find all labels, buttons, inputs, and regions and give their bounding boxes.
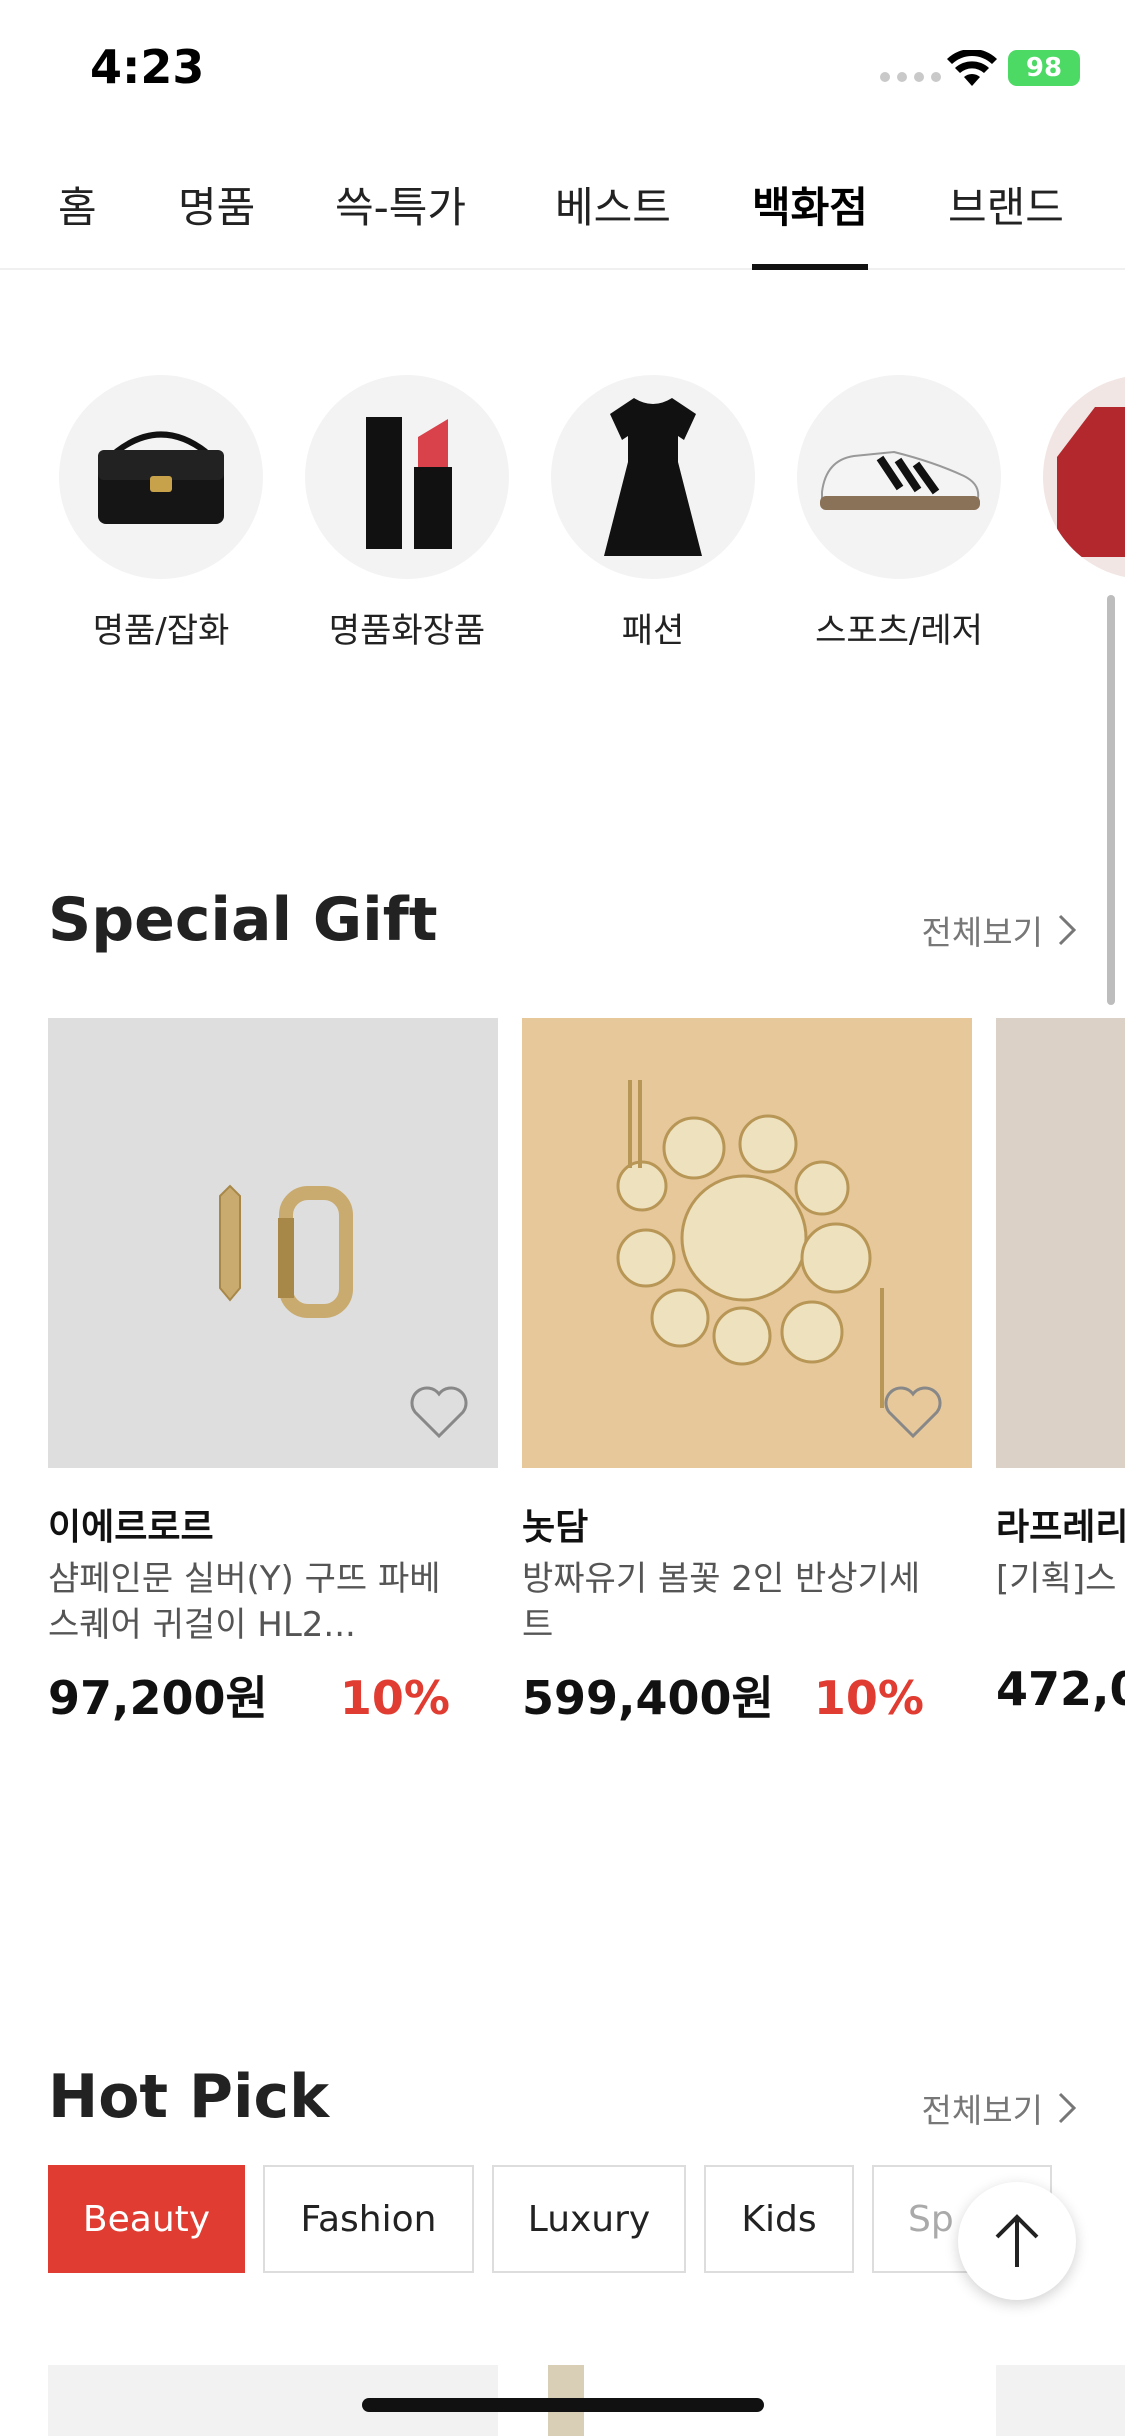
category-carousel: 명품/잡화 명품화장품 패션 스포츠/레저 <box>0 375 1125 655</box>
special-gift-title: Special Gift <box>48 885 438 955</box>
special-gift-see-all-link[interactable]: 전체보기 <box>922 906 1077 954</box>
tab-luxury[interactable]: 명품 <box>178 174 255 235</box>
tab-department-store[interactable]: 백화점 <box>752 174 868 235</box>
product-card[interactable]: 놋담 방짜유기 봄꽃 2인 반상기세트 599,400원 10% <box>522 1018 972 1728</box>
category-label: 명품/잡화 <box>92 611 230 651</box>
cellular-signal-icon <box>880 72 941 82</box>
chip-fashion[interactable]: Fashion <box>263 2165 474 2273</box>
product-brand: 놋담 <box>522 1507 589 1548</box>
category-item[interactable]: 스포츠/레저 <box>797 375 1001 652</box>
category-label: 명품화장품 <box>328 611 486 651</box>
product-brand: 이에르로르 <box>48 1507 214 1548</box>
jacket-icon <box>1043 375 1125 579</box>
home-indicator[interactable] <box>362 2398 764 2412</box>
chevron-right-icon <box>1058 2092 1077 2124</box>
category-label: 스포츠/레저 <box>815 611 983 651</box>
dress-icon <box>551 375 755 579</box>
category-label: 패션 <box>621 611 685 651</box>
product-name: 방짜유기 봄꽃 2인 반상기세트 <box>522 1559 921 1645</box>
price-row: 599,400원 10% <box>522 1662 924 1728</box>
product-brand: 라프레리 <box>996 1507 1125 1548</box>
category-item[interactable]: 명품화장품 <box>305 375 509 652</box>
product-image <box>48 1018 498 1468</box>
scroll-to-top-button[interactable] <box>958 2182 1076 2300</box>
product-name: [기획]스 아이 크림 <box>996 1559 1125 1599</box>
product-card[interactable]: 라프레리 [기획]스 아이 크림 472,0 <box>996 1018 1125 1716</box>
product-discount: 10% <box>813 1671 924 1725</box>
product-price: 472,0 <box>996 1662 1125 1716</box>
heart-icon[interactable] <box>408 1384 470 1440</box>
lipstick-icon <box>305 375 509 579</box>
product-name: 샴페인문 실버(Y) 구뜨 파베 스퀘어 귀걸이 HL2... <box>48 1559 441 1645</box>
tab-best[interactable]: 베스트 <box>555 174 671 235</box>
active-tab-indicator <box>752 264 868 270</box>
product-price: 599,400원 <box>522 1671 774 1725</box>
status-time: 4:23 <box>90 40 205 94</box>
chip-kids[interactable]: Kids <box>704 2165 854 2273</box>
hot-pick-see-all-link[interactable]: 전체보기 <box>922 2084 1077 2132</box>
category-item[interactable]: 패션 <box>551 375 755 652</box>
battery-level: 98 <box>1025 53 1063 83</box>
tab-home[interactable]: 홈 <box>58 174 97 235</box>
product-discount: 10% <box>339 1671 450 1725</box>
price-row: 97,200원 10% <box>48 1662 450 1728</box>
see-all-label: 전체보기 <box>921 913 1043 952</box>
chip-luxury[interactable]: Luxury <box>492 2165 686 2273</box>
price-row: 472,0 <box>996 1662 1125 1716</box>
tab-brand[interactable]: 브랜드 <box>948 174 1064 235</box>
chip-beauty[interactable]: Beauty <box>48 2165 245 2273</box>
status-bar: 4:23 98 <box>0 0 1125 140</box>
battery-icon: 98 <box>1008 50 1080 86</box>
wifi-icon <box>947 50 997 86</box>
hot-pick-title: Hot Pick <box>48 2062 330 2132</box>
scrollbar[interactable] <box>1107 595 1115 1005</box>
heart-icon[interactable] <box>882 1384 944 1440</box>
top-nav: 홈 명품 쓱-특가 베스트 백화점 브랜드 <box>0 140 1125 270</box>
arrow-up-icon <box>995 2214 1039 2267</box>
product-card[interactable] <box>996 2365 1125 2436</box>
product-image <box>522 1018 972 1468</box>
product-card[interactable]: 이에르로르 샴페인문 실버(Y) 구뜨 파베 스퀘어 귀걸이 HL2... 97… <box>48 1018 498 1728</box>
handbag-icon <box>59 375 263 579</box>
sneaker-icon <box>797 375 1001 579</box>
see-all-label: 전체보기 <box>921 2091 1043 2130</box>
hot-pick-filter-chips: Beauty Fashion Luxury Kids Sp <box>48 2165 1078 2273</box>
chevron-right-icon <box>1058 914 1077 946</box>
product-image <box>996 1018 1125 1468</box>
product-price: 97,200원 <box>48 1671 268 1725</box>
category-item[interactable]: 명품/잡화 <box>59 375 263 652</box>
tab-ssg-deal[interactable]: 쓱-특가 <box>335 174 466 235</box>
